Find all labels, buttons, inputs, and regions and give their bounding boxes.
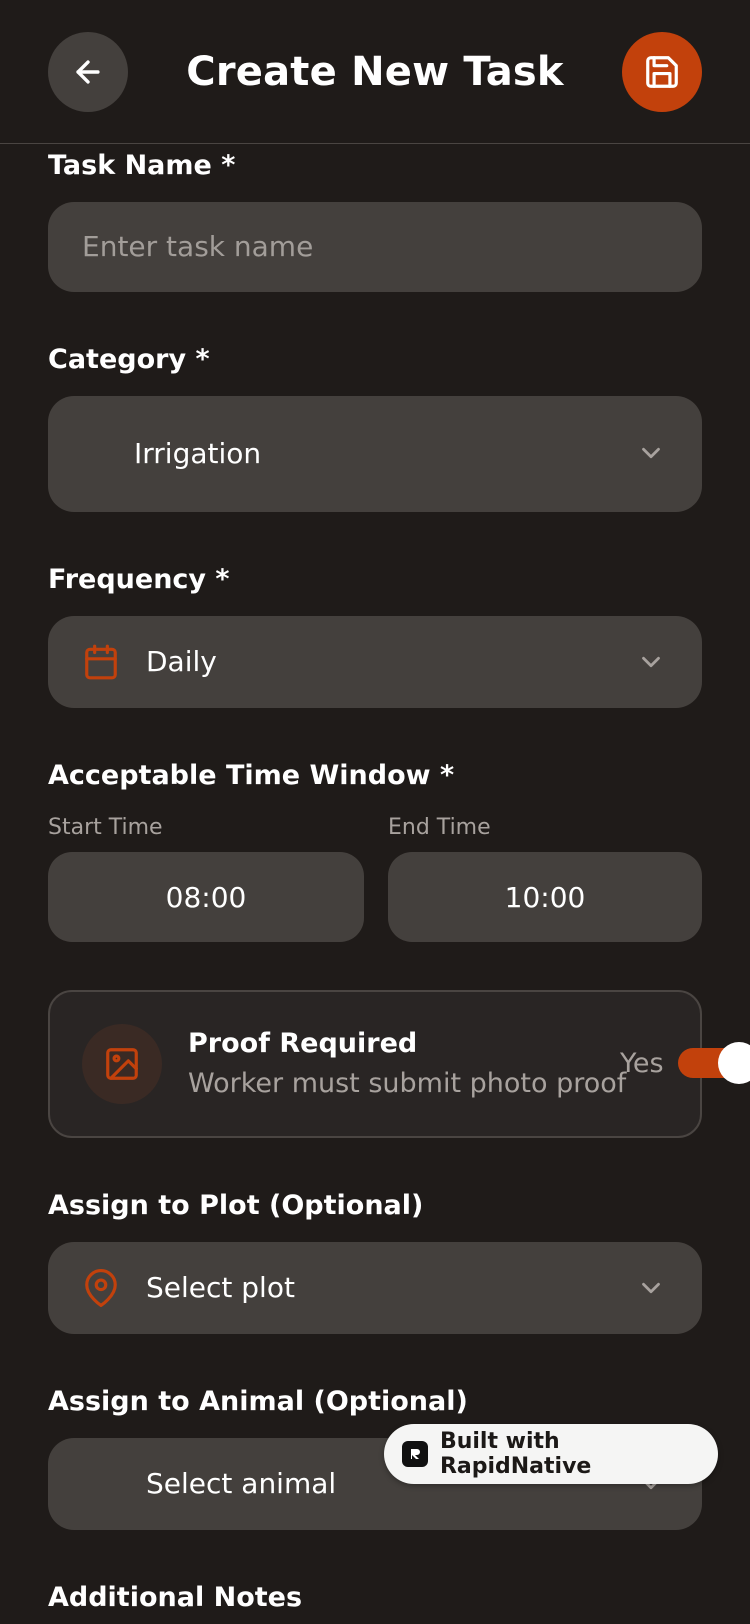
plot-label: Assign to Plot (Optional) (48, 1190, 424, 1221)
proof-icon-container (82, 1024, 162, 1104)
end-time-label: End Time (388, 815, 491, 840)
frequency-label: Frequency * (48, 564, 230, 595)
rapidnative-logo-icon (402, 1441, 428, 1467)
calendar-icon (85, 644, 117, 680)
map-pin-icon (85, 1269, 117, 1307)
task-name-label: Task Name * (48, 150, 236, 181)
image-icon (106, 1048, 138, 1080)
time-window-label: Acceptable Time Window * (48, 760, 455, 791)
proof-title: Proof Required (188, 1028, 418, 1059)
chevron-down-icon (642, 1282, 660, 1294)
frequency-select[interactable]: Daily (48, 616, 702, 708)
end-time-input[interactable]: 10:00 (388, 852, 702, 942)
header: Create New Task (0, 0, 750, 144)
task-name-placeholder: Enter task name (82, 230, 314, 263)
category-label: Category * (48, 344, 210, 375)
notes-label: Additional Notes (48, 1582, 303, 1613)
plot-select[interactable]: Select plot (48, 1242, 702, 1334)
task-name-input[interactable]: Enter task name (48, 202, 702, 292)
chevron-down-icon (642, 447, 660, 459)
proof-required-card: Proof Required Worker must submit photo … (48, 990, 702, 1138)
badge-text: Built with RapidNative (439, 1429, 592, 1479)
category-select[interactable]: Irrigation (48, 396, 702, 512)
proof-state-label: Yes (620, 1048, 664, 1079)
logo-mark-icon (410, 1449, 420, 1459)
chevron-down-icon (642, 656, 660, 668)
start-time-label: Start Time (48, 815, 163, 840)
category-value: Irrigation (134, 437, 262, 470)
plot-value: Select plot (146, 1271, 295, 1304)
animal-value: Select animal (146, 1467, 337, 1500)
proof-subtitle: Worker must submit photo proof (188, 1068, 627, 1099)
frequency-value: Daily (146, 645, 217, 678)
save-button[interactable] (622, 32, 702, 112)
start-time-input[interactable]: 08:00 (48, 852, 364, 942)
save-icon (646, 56, 678, 88)
built-with-badge[interactable]: Built with RapidNative (384, 1424, 718, 1484)
animal-label: Assign to Animal (Optional) (48, 1386, 468, 1417)
